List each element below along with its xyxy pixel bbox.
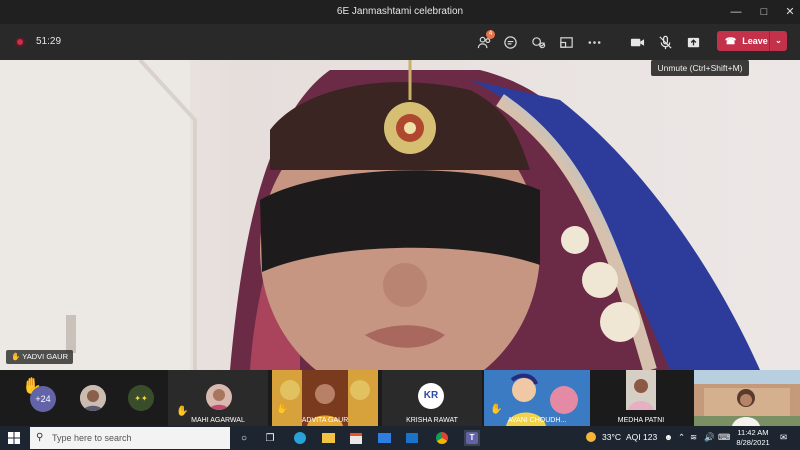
taskbar-search-input[interactable]: ⚲ Type here to search: [30, 427, 230, 449]
speaker-name: YADVI GAUR: [22, 352, 68, 361]
meeting-toolbar: 51:29 4: [0, 24, 800, 60]
leave-options-chevron-icon[interactable]: ⌄: [769, 31, 787, 51]
notifications-icon[interactable]: ✉: [780, 432, 787, 443]
more-actions-button[interactable]: [584, 32, 604, 52]
search-placeholder: Type here to search: [52, 433, 132, 443]
participant-strip: ✋ +24 ✦✦ ✋ MAHI AGARWAL ✋ ADVITA GAUR KR…: [0, 370, 800, 426]
window-title: 6E Janmashtami celebration: [336, 6, 464, 17]
minimize-icon[interactable]: —: [727, 3, 745, 21]
more-icon: [588, 40, 600, 44]
task-view-icon[interactable]: ❐: [262, 430, 278, 446]
participant-tile[interactable]: ✋ ADVITA GAUR: [272, 370, 378, 426]
phone-hangup-icon: ☎: [725, 35, 737, 46]
file-explorer-icon[interactable]: [320, 430, 336, 446]
maximize-icon[interactable]: □: [755, 3, 773, 21]
raised-hand-icon: ✋: [176, 406, 189, 417]
share-button[interactable]: [683, 32, 703, 52]
speaker-name-tag: ✋ YADVI GAUR: [6, 350, 73, 364]
camera-icon: [630, 38, 644, 46]
teams-taskbar-icon[interactable]: T: [464, 430, 480, 446]
main-video-stage: [0, 60, 800, 370]
search-icon: ⚲: [36, 432, 44, 443]
chevron-up-icon[interactable]: ⌃: [678, 432, 685, 443]
clock-time: 11:42 AM: [737, 428, 769, 437]
breakout-icon: [559, 36, 573, 48]
participant-initials-avatar: KR: [418, 383, 444, 409]
reactions-icon: [531, 36, 545, 48]
camera-button[interactable]: [627, 32, 647, 52]
taskbar-clock[interactable]: 11:42 AM 8/28/2021: [733, 428, 773, 448]
weather-temperature[interactable]: 33°C: [602, 432, 621, 442]
raised-hand-icon: ✋: [11, 352, 21, 361]
self-video-tile[interactable]: [694, 370, 800, 426]
participant-tile[interactable]: KR KRISHA RAWAT: [382, 370, 482, 426]
mic-button[interactable]: [655, 32, 675, 52]
participant-tile[interactable]: MEDHA PATNI: [592, 370, 690, 426]
participant-name: AVANI CHOUDH...: [507, 417, 567, 424]
share-tray-button[interactable]: [556, 32, 576, 52]
raised-hand-icon: ✋: [490, 404, 503, 415]
participant-avatar: [206, 384, 232, 410]
participant-avatar[interactable]: ✦✦: [128, 385, 154, 411]
weather-aqi[interactable]: AQI 123: [626, 432, 657, 442]
windows-logo-icon: [8, 432, 20, 444]
raised-hand-icon: ✋: [276, 404, 289, 415]
chrome-icon[interactable]: [434, 430, 450, 446]
participant-name: MAHI AGARWAL: [191, 417, 245, 424]
meeting-timer: 51:29: [36, 36, 62, 47]
title-bar: 6E Janmashtami celebration — □ ✕: [0, 0, 800, 24]
windows-taskbar: ⚲ Type here to search ○ ❐ T 33°C AQI 123…: [0, 426, 800, 450]
participants-button[interactable]: 4: [474, 30, 495, 52]
mic-muted-icon: [658, 35, 672, 49]
chat-icon: [503, 35, 517, 49]
language-icon[interactable]: ⌨: [718, 432, 730, 443]
self-video: [694, 370, 800, 426]
windows-start-button[interactable]: [6, 430, 22, 446]
chat-button[interactable]: [500, 32, 520, 52]
edge-icon[interactable]: [292, 430, 308, 446]
share-screen-icon: [687, 37, 699, 47]
leave-label: Leave: [742, 36, 768, 46]
clock-date: 8/28/2021: [736, 438, 770, 447]
people-icon[interactable]: ☻: [664, 432, 673, 442]
participant-name: MEDHA PATNI: [617, 417, 665, 424]
participant-avatar[interactable]: [80, 385, 106, 411]
wifi-icon[interactable]: ≋: [690, 432, 697, 443]
speaker-video: [0, 60, 800, 370]
reactions-button[interactable]: [528, 32, 548, 52]
close-icon[interactable]: ✕: [781, 3, 799, 21]
participant-name: KRISHA RAWAT: [406, 417, 458, 424]
svg-text:✦✦: ✦✦: [134, 394, 148, 403]
store-icon[interactable]: [348, 430, 364, 446]
weather-sun-icon: [586, 432, 596, 444]
recording-icon: [15, 37, 25, 47]
participants-badge: 4: [486, 30, 495, 39]
speaker-icon[interactable]: 🔊: [704, 432, 715, 443]
cortana-icon[interactable]: ○: [236, 430, 252, 446]
participant-tile[interactable]: ✋ AVANI CHOUDH...: [484, 370, 590, 426]
unmute-tooltip: Unmute (Ctrl+Shift+M): [651, 60, 749, 76]
participant-name: ADVITA GAUR: [301, 417, 349, 424]
participant-tile[interactable]: ✋ MAHI AGARWAL: [168, 370, 268, 426]
participant-video: [626, 370, 656, 410]
photos-icon[interactable]: [404, 430, 420, 446]
mail-icon[interactable]: [376, 430, 392, 446]
overflow-participants-button[interactable]: +24: [30, 386, 56, 412]
leave-button[interactable]: ☎ Leave ⌄: [717, 31, 787, 51]
